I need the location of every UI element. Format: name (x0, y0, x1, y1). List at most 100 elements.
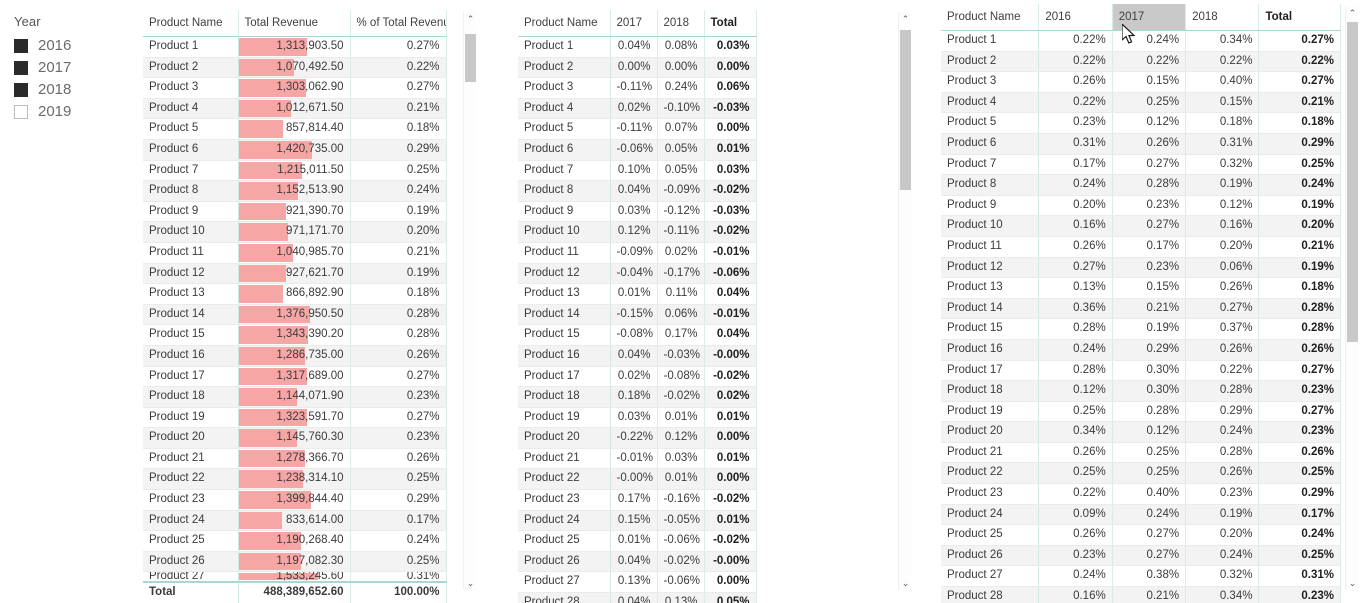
table-row[interactable]: Product 6 -0.06% 0.05% 0.01% (518, 139, 757, 161)
scroll-up-icon[interactable]: ⌃ (899, 12, 912, 26)
column-header-product-name[interactable]: Product Name (143, 10, 239, 37)
table-row[interactable]: Product 21 1,278,366.70 0.26% (143, 448, 447, 470)
table-row[interactable]: Product 24 833,614.00 0.17% (143, 510, 447, 532)
table3-vertical-scrollbar[interactable]: ⌃ ⌄ (1345, 6, 1358, 590)
table-row[interactable]: Product 16 1,286,735.00 0.26% (143, 345, 447, 367)
table-row[interactable]: Product 22 1,238,314.10 0.25% (143, 468, 447, 491)
table-row[interactable]: Product 6 0.31% 0.26% 0.31% 0.29% (941, 133, 1341, 155)
table-row[interactable]: Product 19 1,323,591.70 0.27% (143, 407, 447, 429)
column-header-total[interactable]: Total (1258, 4, 1341, 31)
table-row[interactable]: Product 12 927,621.70 0.19% (143, 263, 447, 285)
table-row[interactable]: Product 26 0.23% 0.27% 0.24% 0.25% (941, 545, 1341, 567)
table-row[interactable]: Product 28 0.04% 0.13% 0.05% (518, 592, 757, 603)
scrollbar-thumb[interactable] (1347, 22, 1358, 342)
table-row[interactable]: Product 27 1,533,245.60 0.31% (143, 571, 447, 583)
total-revenue-table[interactable]: Product Name Total Revenue % of Total Re… (143, 10, 447, 603)
table-row[interactable]: Product 2 1,070,492.50 0.22% (143, 57, 447, 79)
table-row[interactable]: Product 19 0.25% 0.28% 0.29% 0.27% (941, 401, 1341, 423)
table-row[interactable]: Product 1 0.22% 0.24% 0.34% 0.27% (941, 30, 1341, 52)
table1-vertical-scrollbar[interactable]: ⌃ ⌄ (463, 12, 476, 590)
table-row[interactable]: Product 11 0.26% 0.17% 0.20% 0.21% (941, 236, 1341, 258)
slicer-item-2019[interactable]: 2019 (14, 101, 134, 122)
table-row[interactable]: Product 3 -0.11% 0.24% 0.06% (518, 77, 757, 99)
slicer-item-2017[interactable]: 2017 (14, 57, 134, 78)
table-row[interactable]: Product 9 0.20% 0.23% 0.12% 0.19% (941, 195, 1341, 217)
table-row[interactable]: Product 25 0.01% -0.06% -0.02% (518, 530, 757, 552)
table-row[interactable]: Product 8 1,152,513.90 0.24% (143, 180, 447, 202)
table-row[interactable]: Product 23 0.22% 0.40% 0.23% 0.29% (941, 483, 1341, 505)
table-row[interactable]: Product 14 0.36% 0.21% 0.27% 0.28% (941, 298, 1341, 320)
table-row[interactable]: Product 7 0.17% 0.27% 0.32% 0.25% (941, 154, 1341, 176)
table-row[interactable]: Product 21 0.26% 0.25% 0.28% 0.26% (941, 442, 1341, 464)
column-header-2018[interactable]: 2018 (1185, 4, 1260, 31)
scroll-up-icon[interactable]: ⌃ (464, 12, 477, 26)
table-row[interactable]: Product 10 0.16% 0.27% 0.16% 0.20% (941, 215, 1341, 237)
table-row[interactable]: Product 22 -0.00% 0.01% 0.00% (518, 468, 757, 491)
column-header-2017[interactable]: 2017 (1112, 4, 1187, 31)
checkbox-2018[interactable] (14, 82, 28, 97)
table-row[interactable]: Product 17 1,317,689.00 0.27% (143, 366, 447, 388)
column-header-total[interactable]: Total (704, 10, 757, 37)
table-row[interactable]: Product 1 0.04% 0.08% 0.03% (518, 36, 757, 58)
percent-share-table[interactable]: Product Name 2016 2017 2018 Total Produc… (941, 4, 1341, 603)
table-row[interactable]: Product 26 0.04% -0.02% -0.00% (518, 551, 757, 573)
table-row[interactable]: Product 21 -0.01% 0.03% 0.01% (518, 448, 757, 470)
table-row[interactable]: Product 14 1,376,950.50 0.28% (143, 304, 447, 326)
table-row[interactable]: Product 24 0.15% -0.05% 0.01% (518, 510, 757, 532)
table2-vertical-scrollbar[interactable]: ⌃ ⌄ (898, 12, 911, 590)
table-row[interactable]: Product 11 -0.09% 0.02% -0.01% (518, 242, 757, 264)
table-row[interactable]: Product 13 866,892.90 0.18% (143, 283, 447, 305)
table-row[interactable]: Product 6 1,420,735.00 0.29% (143, 139, 447, 161)
slicer-item-2018[interactable]: 2018 (14, 79, 134, 100)
table-row[interactable]: Product 22 0.25% 0.25% 0.26% 0.25% (941, 462, 1341, 485)
scrollbar-thumb[interactable] (900, 30, 911, 190)
table-row[interactable]: Product 20 -0.22% 0.12% 0.00% (518, 427, 757, 449)
table-row[interactable]: Product 20 1,145,760.30 0.23% (143, 427, 447, 449)
checkbox-2019[interactable] (14, 104, 28, 119)
table-row[interactable]: Product 19 0.03% 0.01% 0.01% (518, 407, 757, 429)
table-row[interactable]: Product 13 0.01% 0.11% 0.04% (518, 283, 757, 305)
table-row[interactable]: Product 18 1,144,071.90 0.23% (143, 386, 447, 408)
table-row[interactable]: Product 15 0.28% 0.19% 0.37% 0.28% (941, 318, 1341, 340)
table-row[interactable]: Product 16 0.24% 0.29% 0.26% 0.26% (941, 339, 1341, 361)
table-row[interactable]: Product 5 -0.11% 0.07% 0.00% (518, 118, 757, 140)
table-row[interactable]: Product 16 0.04% -0.03% -0.00% (518, 345, 757, 367)
table-row[interactable]: Product 25 1,190,268.40 0.24% (143, 530, 447, 552)
table-row[interactable]: Product 10 0.12% -0.11% -0.02% (518, 221, 757, 243)
table-row[interactable]: Product 25 0.26% 0.27% 0.20% 0.24% (941, 524, 1341, 546)
table-row[interactable]: Product 12 -0.04% -0.17% -0.06% (518, 263, 757, 285)
table-row[interactable]: Product 2 0.22% 0.22% 0.22% 0.22% (941, 51, 1341, 73)
scroll-up-icon[interactable]: ⌃ (1346, 6, 1359, 20)
table-row[interactable]: Product 9 921,390.70 0.19% (143, 201, 447, 223)
table-row[interactable]: Product 8 0.04% -0.09% -0.02% (518, 180, 757, 202)
scroll-down-icon[interactable]: ⌄ (1346, 576, 1359, 590)
column-header-2016[interactable]: 2016 (1038, 4, 1113, 31)
table-row[interactable]: Product 18 0.18% -0.02% 0.02% (518, 386, 757, 408)
table-row[interactable]: Product 28 0.16% 0.21% 0.34% 0.23% (941, 586, 1341, 603)
scrollbar-thumb[interactable] (465, 34, 476, 82)
table-row[interactable]: Product 4 1,012,671.50 0.21% (143, 98, 447, 120)
column-header-total-revenue[interactable]: Total Revenue (238, 10, 351, 37)
table-row[interactable]: Product 7 1,215,011.50 0.25% (143, 160, 447, 182)
table-row[interactable]: Product 4 0.22% 0.25% 0.15% 0.21% (941, 92, 1341, 114)
scroll-down-icon[interactable]: ⌄ (464, 576, 477, 590)
table-row[interactable]: Product 26 1,197,082.30 0.25% (143, 551, 447, 573)
table-row[interactable]: Product 5 857,814.40 0.18% (143, 118, 447, 140)
table-row[interactable]: Product 1 1,313,903.50 0.27% (143, 36, 447, 58)
table-row[interactable]: Product 17 0.02% -0.08% -0.02% (518, 366, 757, 388)
table-row[interactable]: Product 7 0.10% 0.05% 0.03% (518, 160, 757, 182)
table-row[interactable]: Product 15 1,343,390.20 0.28% (143, 324, 447, 346)
column-header-product-name[interactable]: Product Name (941, 4, 1040, 31)
table-row[interactable]: Product 24 0.09% 0.24% 0.19% 0.17% (941, 504, 1341, 526)
table-row[interactable]: Product 20 0.34% 0.12% 0.24% 0.23% (941, 421, 1341, 443)
scroll-down-icon[interactable]: ⌄ (899, 576, 912, 590)
table-row[interactable]: Product 11 1,040,985.70 0.21% (143, 242, 447, 264)
table-row[interactable]: Product 27 0.24% 0.38% 0.32% 0.31% (941, 565, 1341, 588)
variance-table[interactable]: Product Name 2017 2018 Total Product 1 0.… (518, 10, 757, 603)
table-row[interactable]: Product 4 0.02% -0.10% -0.03% (518, 98, 757, 120)
checkbox-2016[interactable] (14, 38, 28, 53)
column-header-pct-total-revenue[interactable]: % of Total Revenue (350, 10, 447, 37)
slicer-item-2016[interactable]: 2016 (14, 35, 134, 56)
table-row[interactable]: Product 3 0.26% 0.15% 0.40% 0.27% (941, 71, 1341, 93)
table-row[interactable]: Product 12 0.27% 0.23% 0.06% 0.19% (941, 257, 1341, 279)
